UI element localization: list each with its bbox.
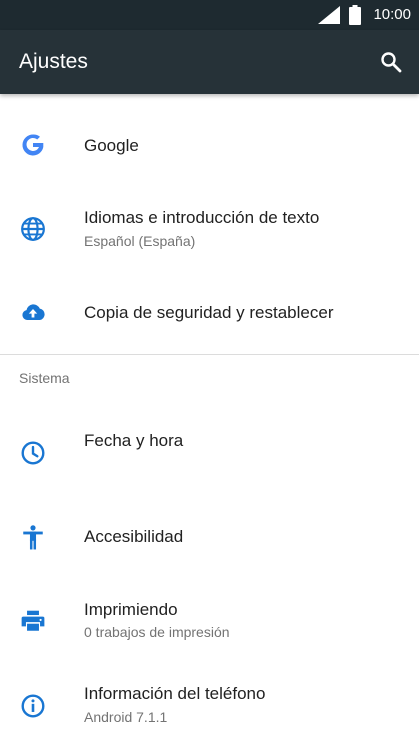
- settings-item-label: Imprimiendo: [84, 600, 178, 619]
- page-title: Ajustes: [19, 50, 88, 73]
- accessibility-icon: [23, 525, 43, 550]
- settings-item-imprimiendo[interactable]: Imprimiendo 0 trabajos de impresión: [0, 579, 419, 665]
- settings-item-subtitle: 0 trabajos de impresión: [84, 624, 230, 640]
- settings-item-label: Fecha y hora: [84, 431, 184, 450]
- signal-icon: [318, 6, 340, 24]
- printer-icon: [21, 610, 45, 631]
- settings-item-fecha-hora[interactable]: Fecha y hora: [0, 405, 419, 495]
- settings-item-copia-seguridad[interactable]: Copia de seguridad y restablecer: [0, 278, 419, 354]
- search-icon[interactable]: [379, 50, 403, 74]
- status-time: 10:00: [373, 6, 411, 23]
- section-header-sistema: Sistema: [19, 370, 70, 386]
- cloud-upload-icon: [22, 304, 45, 320]
- settings-item-label: Google: [84, 136, 139, 155]
- info-icon: [21, 694, 45, 718]
- battery-icon: [349, 5, 361, 25]
- settings-item-label: Idiomas e introducción de texto: [84, 208, 320, 227]
- google-icon: [22, 134, 44, 156]
- settings-item-label: Accesibilidad: [84, 527, 184, 546]
- status-bar: 10:00: [0, 0, 419, 30]
- section-divider: [0, 354, 419, 355]
- settings-item-google[interactable]: Google: [0, 96, 419, 196]
- settings-item-idiomas[interactable]: Idiomas e introducción de texto Español …: [0, 190, 419, 278]
- settings-item-subtitle: Android 7.1.1: [84, 709, 168, 725]
- globe-icon: [21, 217, 45, 241]
- settings-item-accesibilidad[interactable]: Accesibilidad: [0, 495, 419, 579]
- settings-item-informacion-telefono[interactable]: Información del teléfono Android 7.1.1: [0, 665, 419, 746]
- settings-item-label: Información del teléfono: [84, 684, 266, 703]
- settings-item-subtitle: Español (España): [84, 233, 196, 249]
- settings-item-label: Copia de seguridad y restablecer: [84, 303, 334, 322]
- clock-icon: [21, 441, 45, 465]
- app-bar: Ajustes: [0, 30, 419, 94]
